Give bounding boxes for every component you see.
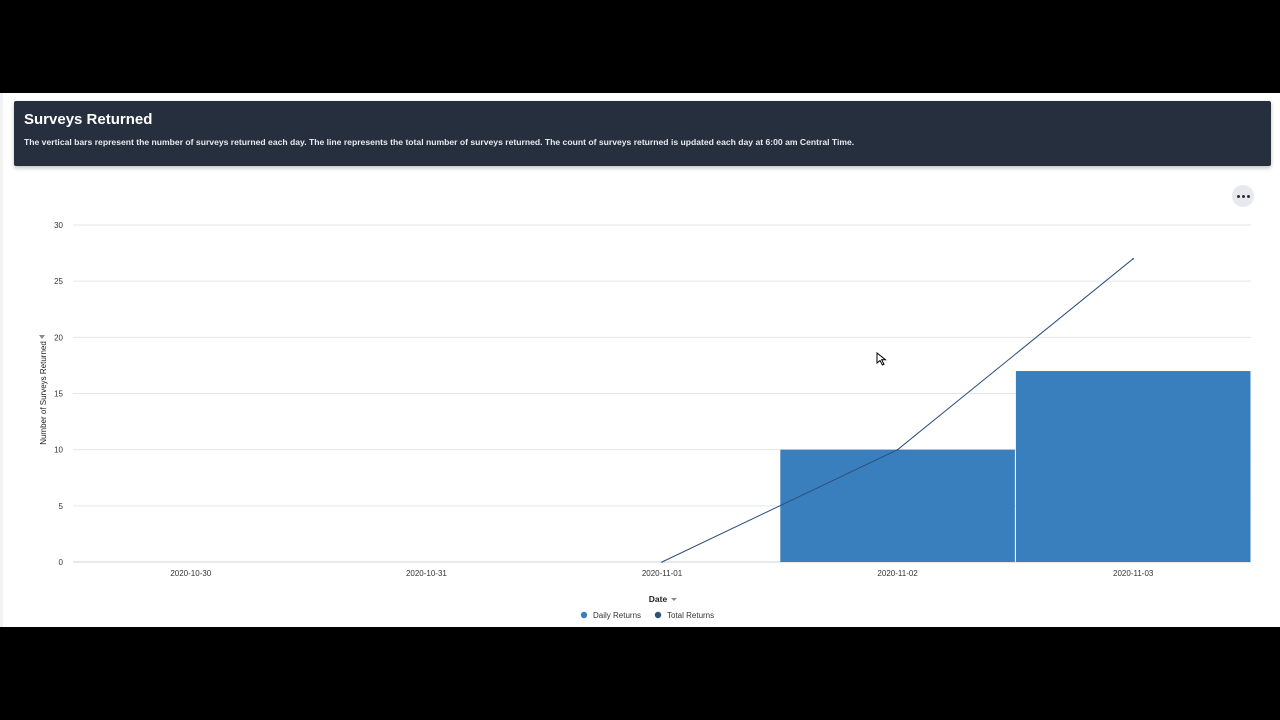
legend: Daily Returns Total Returns xyxy=(580,611,714,620)
line-point[interactable] xyxy=(661,561,663,563)
line-point[interactable] xyxy=(896,448,899,451)
surveys-chart: 0 5 10 15 20 25 30 2020-10-30 2020-10-31 2020-11-… xyxy=(39,221,1251,620)
legend-label[interactable]: Daily Returns xyxy=(593,611,641,620)
y-axis-label: Number of Surveys Returned xyxy=(39,341,48,445)
x-axis-label: Date xyxy=(649,594,668,604)
mouse-cursor-icon xyxy=(876,352,887,366)
bar[interactable] xyxy=(1015,371,1251,562)
top-letterbox xyxy=(0,0,1280,93)
bar-layer xyxy=(780,371,1251,562)
y-tick-label: 15 xyxy=(54,390,63,399)
x-tick-label: 2020-10-31 xyxy=(406,569,447,578)
y-tick-label: 10 xyxy=(54,446,63,455)
x-tick-label: 2020-10-30 xyxy=(170,569,211,578)
x-tick-label: 2020-11-03 xyxy=(1113,569,1154,578)
line-point[interactable] xyxy=(1132,257,1134,260)
legend-swatch[interactable] xyxy=(580,611,588,619)
y-tick-label: 5 xyxy=(59,502,64,511)
y-tick-label: 20 xyxy=(54,333,63,342)
y-tick-label: 0 xyxy=(59,558,64,567)
x-axis-sort-icon[interactable] xyxy=(671,598,677,601)
x-tick-label: 2020-11-02 xyxy=(877,569,918,578)
y-tick-label: 25 xyxy=(54,277,63,286)
legend-label[interactable]: Total Returns xyxy=(667,611,714,620)
bar[interactable] xyxy=(780,449,1015,562)
bottom-letterbox xyxy=(0,627,1280,720)
legend-swatch[interactable] xyxy=(654,611,662,619)
y-axis-sort-icon[interactable] xyxy=(39,335,45,339)
y-tick-label: 30 xyxy=(54,221,63,230)
x-tick-label: 2020-11-01 xyxy=(642,569,683,578)
